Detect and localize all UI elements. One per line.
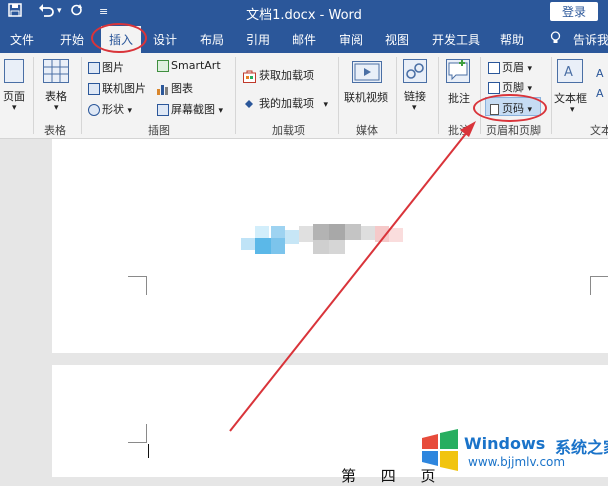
windows-logo-icon [422,429,458,471]
watermark-brand: Windows [464,434,546,453]
watermark-url: www.bjjmlv.com [468,455,566,469]
watermark: Windows 系统之家 www.bjjmlv.com [416,424,608,477]
annotation-arrow [229,121,476,432]
